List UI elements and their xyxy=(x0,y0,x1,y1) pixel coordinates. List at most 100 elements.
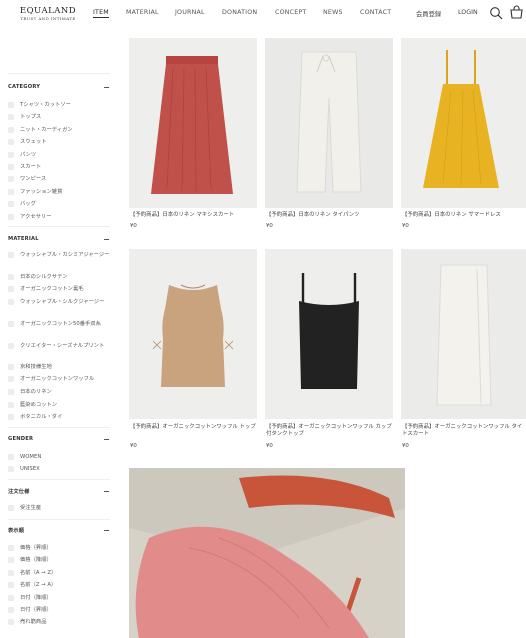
product-price: ¥0 xyxy=(130,223,137,229)
lifestyle-image[interactable] xyxy=(129,468,405,638)
filter-option-label: WOMEN xyxy=(20,454,42,460)
product-title[interactable]: 【予約商品】オーガニックコットンワッフル トップ xyxy=(130,424,256,431)
search-icon[interactable] xyxy=(489,6,503,20)
checkbox[interactable] xyxy=(8,569,14,576)
product-photo xyxy=(129,249,257,419)
filter-option-label: アクセサリー xyxy=(20,213,52,220)
cart-icon[interactable] xyxy=(509,5,524,20)
checkbox[interactable] xyxy=(8,102,14,108)
filter-option-label: 受注生産 xyxy=(20,505,42,511)
divider xyxy=(8,226,110,227)
gender-heading[interactable]: GENDER xyxy=(8,436,33,442)
checkbox[interactable] xyxy=(8,414,14,420)
collapse-icon[interactable] xyxy=(104,491,109,492)
product-title[interactable]: 【予約商品】日本のリネン サマードレス xyxy=(402,212,526,219)
checkbox[interactable] xyxy=(8,201,14,208)
product-image[interactable] xyxy=(129,249,257,419)
filter-option-label: トップス xyxy=(20,114,42,121)
filter-option-label: オーガニックコットン50番手双糸 xyxy=(20,321,101,327)
checkbox[interactable] xyxy=(8,176,14,183)
checkbox[interactable] xyxy=(8,594,14,601)
order-heading[interactable]: 注文仕様 xyxy=(8,488,30,495)
filter-option-label: 日付（昇順） xyxy=(20,607,52,613)
filter-option-label: クリエイター・シーズナルプリント xyxy=(20,343,105,349)
filter-option-label: UNISEX xyxy=(20,466,40,473)
member-register-link[interactable]: 会員登録 xyxy=(416,9,441,18)
filter-option-label: ウォッシャブル・シルクジャージー xyxy=(20,299,105,305)
sort-heading[interactable]: 表示順 xyxy=(8,527,24,534)
nav-item-material[interactable]: MATERIAL xyxy=(126,9,159,16)
product-image[interactable] xyxy=(401,249,526,419)
product-image[interactable] xyxy=(265,249,393,419)
filter-option-label: ウォッシャブル・カシミアジャージー xyxy=(20,252,110,258)
collapse-icon[interactable] xyxy=(104,239,109,240)
checkbox[interactable] xyxy=(8,164,14,170)
filter-option-label: Tシャツ・カットソー xyxy=(20,102,71,108)
collapse-icon[interactable] xyxy=(104,530,109,531)
logo-sub: TRUST AND INTIMATE xyxy=(20,16,76,21)
divider xyxy=(8,519,110,520)
login-link[interactable]: LOGIN xyxy=(458,9,478,16)
checkbox[interactable] xyxy=(8,402,14,408)
product-title[interactable]: 【予約商品】オーガニックコットンワッフル タイトスカート xyxy=(402,424,526,438)
checkbox[interactable] xyxy=(8,139,14,146)
material-heading[interactable]: MATERIAL xyxy=(8,236,39,242)
filter-option-label: 藍染めコットン xyxy=(20,402,58,408)
checkbox[interactable] xyxy=(8,607,14,613)
logo[interactable]: EQUALAND TRUST AND INTIMATE xyxy=(14,6,82,22)
filter-option-label: ワンピース xyxy=(20,176,47,183)
checkbox[interactable] xyxy=(8,343,14,349)
checkbox[interactable] xyxy=(8,466,14,473)
filter-option-label: パンツ xyxy=(20,151,37,158)
checkbox[interactable] xyxy=(8,557,14,564)
checkbox[interactable] xyxy=(8,126,14,133)
checkbox[interactable] xyxy=(8,376,14,382)
checkbox[interactable] xyxy=(8,151,14,158)
filter-option-label: 京和技様生地 xyxy=(20,364,52,370)
collapse-icon[interactable] xyxy=(104,439,109,440)
filter-option-label: 売れ筋商品 xyxy=(20,619,47,626)
product-image[interactable] xyxy=(401,38,526,208)
checkbox[interactable] xyxy=(8,364,14,370)
checkbox[interactable] xyxy=(8,286,14,292)
checkbox[interactable] xyxy=(8,213,14,220)
nav-item-contact[interactable]: CONTACT xyxy=(360,9,391,16)
product-price: ¥0 xyxy=(402,443,409,449)
checkbox[interactable] xyxy=(8,114,14,121)
product-price: ¥0 xyxy=(130,443,137,449)
nav-item-journal[interactable]: JOURNAL xyxy=(175,9,205,16)
filter-option-label: 名前（A → Z） xyxy=(20,569,57,576)
filter-option-label: 日本のシルクサテン xyxy=(20,274,68,280)
checkbox[interactable] xyxy=(8,274,14,280)
product-title[interactable]: 【予約商品】日本のリネン マキシスカート xyxy=(130,212,256,219)
checkbox[interactable] xyxy=(8,299,14,305)
filter-option-label: 日本のリネン xyxy=(20,389,52,395)
product-title[interactable]: 【予約商品】オーガニックコットンワッフル カップ付タンクトップ xyxy=(266,424,392,438)
product-photo xyxy=(401,38,526,208)
checkbox[interactable] xyxy=(8,252,14,258)
filter-option-label: 価格（昇順） xyxy=(20,545,52,551)
product-photo xyxy=(265,38,393,208)
product-image[interactable] xyxy=(129,38,257,208)
checkbox[interactable] xyxy=(8,582,14,589)
checkbox[interactable] xyxy=(8,389,14,395)
nav-item-donation[interactable]: DONATION xyxy=(222,9,257,16)
nav-item-item[interactable]: ITEM xyxy=(93,9,109,18)
checkbox[interactable] xyxy=(8,619,14,626)
nav-item-concept[interactable]: CONCEPT xyxy=(275,9,306,16)
nav-item-news[interactable]: NEWS xyxy=(323,9,343,16)
checkbox[interactable] xyxy=(8,321,14,327)
collapse-icon[interactable] xyxy=(104,87,109,88)
category-heading[interactable]: CATEGORY xyxy=(8,84,40,90)
product-photo xyxy=(129,38,257,208)
checkbox[interactable] xyxy=(8,545,14,551)
product-title[interactable]: 【予約商品】日本のリネン タイパンツ xyxy=(266,212,392,219)
checkbox[interactable] xyxy=(8,505,14,511)
filter-option-label: スカート xyxy=(20,164,42,170)
filter-option-label: ファッション雑貨 xyxy=(20,188,63,195)
filter-option-label: ボタニカル・ダイ xyxy=(20,414,63,420)
checkbox[interactable] xyxy=(8,188,14,195)
checkbox[interactable] xyxy=(8,454,14,460)
product-image[interactable] xyxy=(265,38,393,208)
logo-main: EQUALAND xyxy=(19,6,77,16)
